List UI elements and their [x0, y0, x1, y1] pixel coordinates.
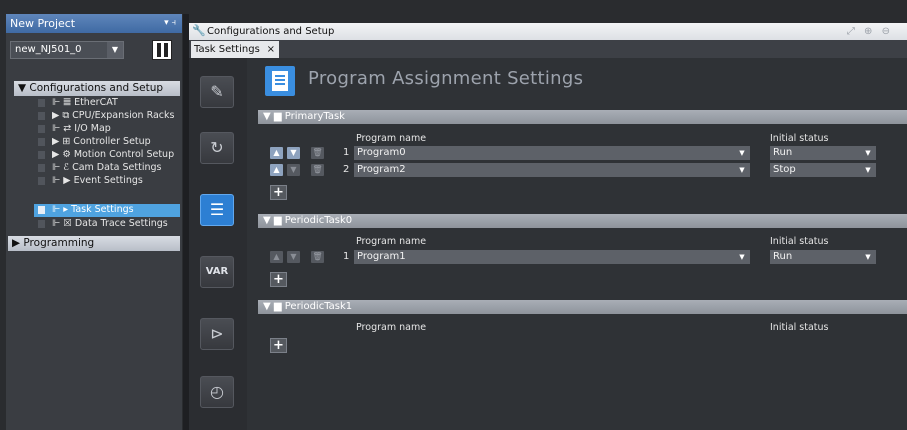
chevron-down-icon[interactable]: ▼	[736, 250, 748, 264]
move-up-button[interactable]: ▲	[270, 164, 283, 176]
task-header-periodictask1[interactable]: ▼ ▆ PeriodicTask1	[258, 300, 907, 314]
controller-icon[interactable]	[152, 40, 172, 60]
initial-status-select[interactable]: Run ▼	[770, 250, 876, 264]
program-select[interactable]: Program0 ▼	[354, 146, 750, 160]
column-program-name: Program name	[356, 236, 427, 247]
section-programming[interactable]: ▶ Programming	[8, 236, 180, 251]
move-down-button[interactable]: ▼	[287, 147, 300, 159]
tree-checkbox	[38, 112, 45, 120]
tree-item-controller-setup[interactable]: ▶ ⊞ Controller Setup	[38, 136, 178, 148]
add-program-button[interactable]: +	[270, 338, 287, 353]
tree-item-data-trace-settings[interactable]: ⊩ ☒ Data Trace Settings	[38, 218, 178, 230]
task-header-primarytask[interactable]: ▼ ▆ PrimaryTask	[258, 110, 907, 124]
tab-bar	[189, 40, 907, 58]
editor-window-title: Configurations and Setup	[207, 26, 335, 37]
program-select-value: Program2	[357, 164, 406, 175]
tree-checkbox	[38, 164, 45, 172]
tab-task-settings[interactable]: Task Settings ×	[191, 41, 279, 58]
var-button[interactable]: VAR	[200, 256, 234, 288]
tab-label: Task Settings	[194, 44, 260, 55]
tree-item-cam-data-settings[interactable]: ⊩ ℰ Cam Data Settings	[38, 162, 178, 174]
column-program-name: Program name	[356, 322, 427, 333]
move-up-button[interactable]: ▲	[270, 251, 283, 263]
initial-status-select[interactable]: Stop ▼	[770, 163, 876, 177]
tree-item-ethercat[interactable]: ⊩ 𝍤 EtherCAT	[38, 97, 178, 109]
initial-status-value: Run	[773, 251, 793, 262]
delete-icon[interactable]: 🗑	[311, 147, 324, 159]
chevron-down-icon[interactable]: ▼	[862, 146, 874, 160]
io-refresh-icon[interactable]: ⊳	[200, 318, 234, 350]
column-program-name: Program name	[356, 133, 427, 144]
task-header-periodictask0[interactable]: ▼ ▆ PeriodicTask0	[258, 214, 907, 228]
wrench-icon: 🔧	[192, 24, 206, 37]
tree-item-event-settings[interactable]: ⊩ ▶ Event Settings	[38, 175, 178, 187]
tree-item-cpu-expansion-racks[interactable]: ▶ ⧉ CPU/Expansion Racks	[38, 110, 178, 122]
pin-icon[interactable]: ▾ ⫞	[164, 14, 176, 33]
project-title: New Project	[10, 17, 76, 30]
program-assignment-icon[interactable]: ☰	[200, 194, 234, 226]
tree-checkbox	[38, 138, 45, 146]
editor-window-title-bar: 🔧 Configurations and Setup ⤢ ⊕ ⊖	[189, 23, 907, 40]
device-select[interactable]: new_NJ501_0 ▼	[10, 41, 124, 59]
chevron-down-icon[interactable]: ▼	[736, 146, 748, 160]
program-select-value: Program0	[357, 147, 406, 158]
column-initial-status: Initial status	[770, 236, 829, 247]
tree-checkbox	[38, 125, 45, 133]
program-assignment-header-icon	[265, 66, 295, 96]
move-down-button[interactable]: ▼	[287, 251, 300, 263]
program-select[interactable]: Program1 ▼	[354, 250, 750, 264]
program-select[interactable]: Program2 ▼	[354, 163, 750, 177]
task-flow-icon[interactable]: ↻	[200, 132, 234, 164]
page-title: Program Assignment Settings	[308, 68, 584, 89]
row-number: 2	[343, 164, 350, 175]
close-icon[interactable]: ×	[267, 41, 275, 58]
move-up-button[interactable]: ▲	[270, 147, 283, 159]
tree-checkbox	[38, 99, 45, 107]
pencil-icon[interactable]: ✎	[200, 76, 234, 108]
initial-status-select[interactable]: Run ▼	[770, 146, 876, 160]
row-number: 1	[343, 147, 350, 158]
clock-monitor-icon[interactable]: ◴	[200, 376, 234, 408]
add-program-button[interactable]: +	[270, 185, 287, 200]
zoom-tools[interactable]: ⤢ ⊕ ⊖	[847, 23, 893, 40]
initial-status-value: Stop	[773, 164, 796, 175]
row-number: 1	[343, 251, 350, 262]
tree-item-io-map[interactable]: ⊩ ⇄ I/O Map	[38, 123, 178, 135]
move-down-button[interactable]: ▼	[287, 164, 300, 176]
tree-item-task-settings[interactable]: ⊩ ▸ Task Settings	[34, 204, 180, 217]
chevron-down-icon[interactable]: ▼	[862, 250, 874, 264]
settings-nav-column	[189, 58, 247, 430]
tree-checkbox	[38, 177, 45, 185]
tree-checkbox	[38, 206, 45, 214]
column-initial-status: Initial status	[770, 322, 829, 333]
initial-status-value: Run	[773, 147, 793, 158]
tree-item-motion-control-setup[interactable]: ▶ ⚙ Motion Control Setup	[38, 149, 178, 161]
project-panel-header: New Project ▾ ⫞	[6, 14, 182, 33]
chevron-down-icon[interactable]: ▼	[107, 42, 123, 58]
add-program-button[interactable]: +	[270, 272, 287, 287]
column-initial-status: Initial status	[770, 133, 829, 144]
section-configurations-and-setup[interactable]: ▼ Configurations and Setup	[14, 81, 180, 96]
program-select-value: Program1	[357, 251, 406, 262]
delete-icon[interactable]: 🗑	[311, 251, 324, 263]
delete-icon[interactable]: 🗑	[311, 164, 324, 176]
chevron-down-icon[interactable]: ▼	[862, 163, 874, 177]
chevron-down-icon[interactable]: ▼	[736, 163, 748, 177]
tree-checkbox	[38, 151, 45, 159]
device-select-value: new_NJ501_0	[15, 44, 82, 55]
tree-checkbox	[38, 220, 45, 228]
